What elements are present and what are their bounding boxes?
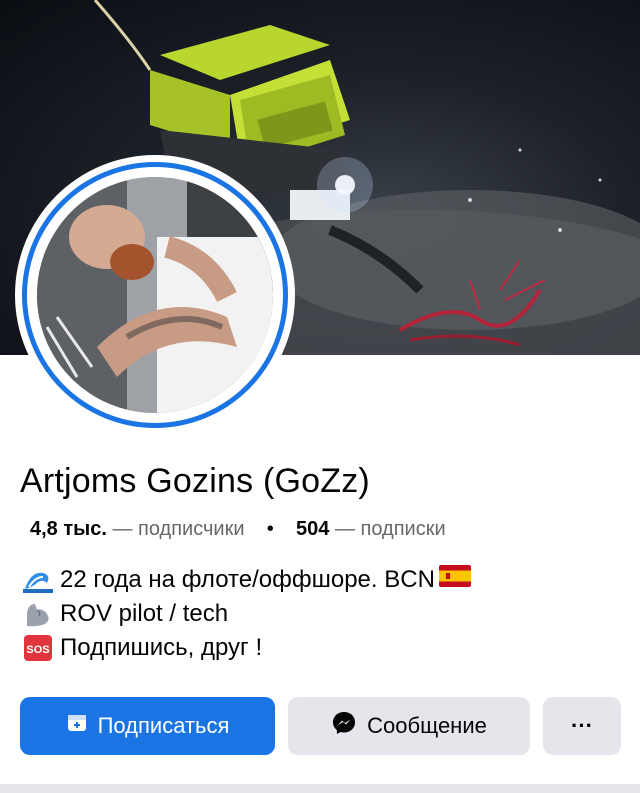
bio-line-3: SOS Подпишись, друг ! <box>20 631 471 665</box>
spain-flag-icon <box>438 563 471 597</box>
profile-stats: 4,8 тыс. — подписчики • 504 — подписки <box>30 518 446 541</box>
add-friend-icon <box>66 712 88 740</box>
avatar-illustration <box>37 177 273 413</box>
bio-line-2-text: ROV pilot / tech <box>60 600 229 627</box>
message-button[interactable]: Сообщение <box>288 697 530 755</box>
bio-line-3-text: Подпишись, друг ! <box>60 634 263 661</box>
followers-label[interactable]: подписчики <box>138 518 244 540</box>
wave-icon <box>20 567 56 593</box>
profile-avatar[interactable] <box>15 155 295 435</box>
follow-button-label: Подписаться <box>97 713 230 738</box>
sos-badge-text: SOS <box>26 644 49 656</box>
avatar-photo <box>37 177 273 413</box>
follow-button[interactable]: Подписаться <box>20 697 275 755</box>
followers-count[interactable]: 4,8 тыс. <box>30 518 107 540</box>
avatar-border <box>27 167 283 423</box>
profile-name: Artjoms Gozins (GoZz) <box>20 462 370 500</box>
section-divider <box>0 784 640 793</box>
stats-dot: • <box>266 518 274 540</box>
bio-line-2: ROV pilot / tech <box>20 597 471 631</box>
separator-dash: — <box>112 518 133 540</box>
profile-bio: 22 года на флоте/оффшоре. BCN ROV pilot … <box>20 563 471 665</box>
following-count[interactable]: 504 <box>296 518 329 540</box>
story-ring <box>22 162 288 428</box>
more-icon: ··· <box>571 713 593 738</box>
bio-line-1-text: 22 года на флоте/оффшоре. BCN <box>60 566 435 593</box>
sos-icon: SOS <box>20 634 56 662</box>
message-button-label: Сообщение <box>367 713 487 738</box>
more-options-button[interactable]: ··· <box>543 697 621 755</box>
bio-line-1: 22 года на флоте/оффшоре. BCN <box>20 563 471 597</box>
messenger-icon <box>331 710 357 742</box>
separator-dash-2: — <box>334 518 355 540</box>
following-label[interactable]: подписки <box>361 518 446 540</box>
flexed-biceps-icon <box>20 600 56 628</box>
